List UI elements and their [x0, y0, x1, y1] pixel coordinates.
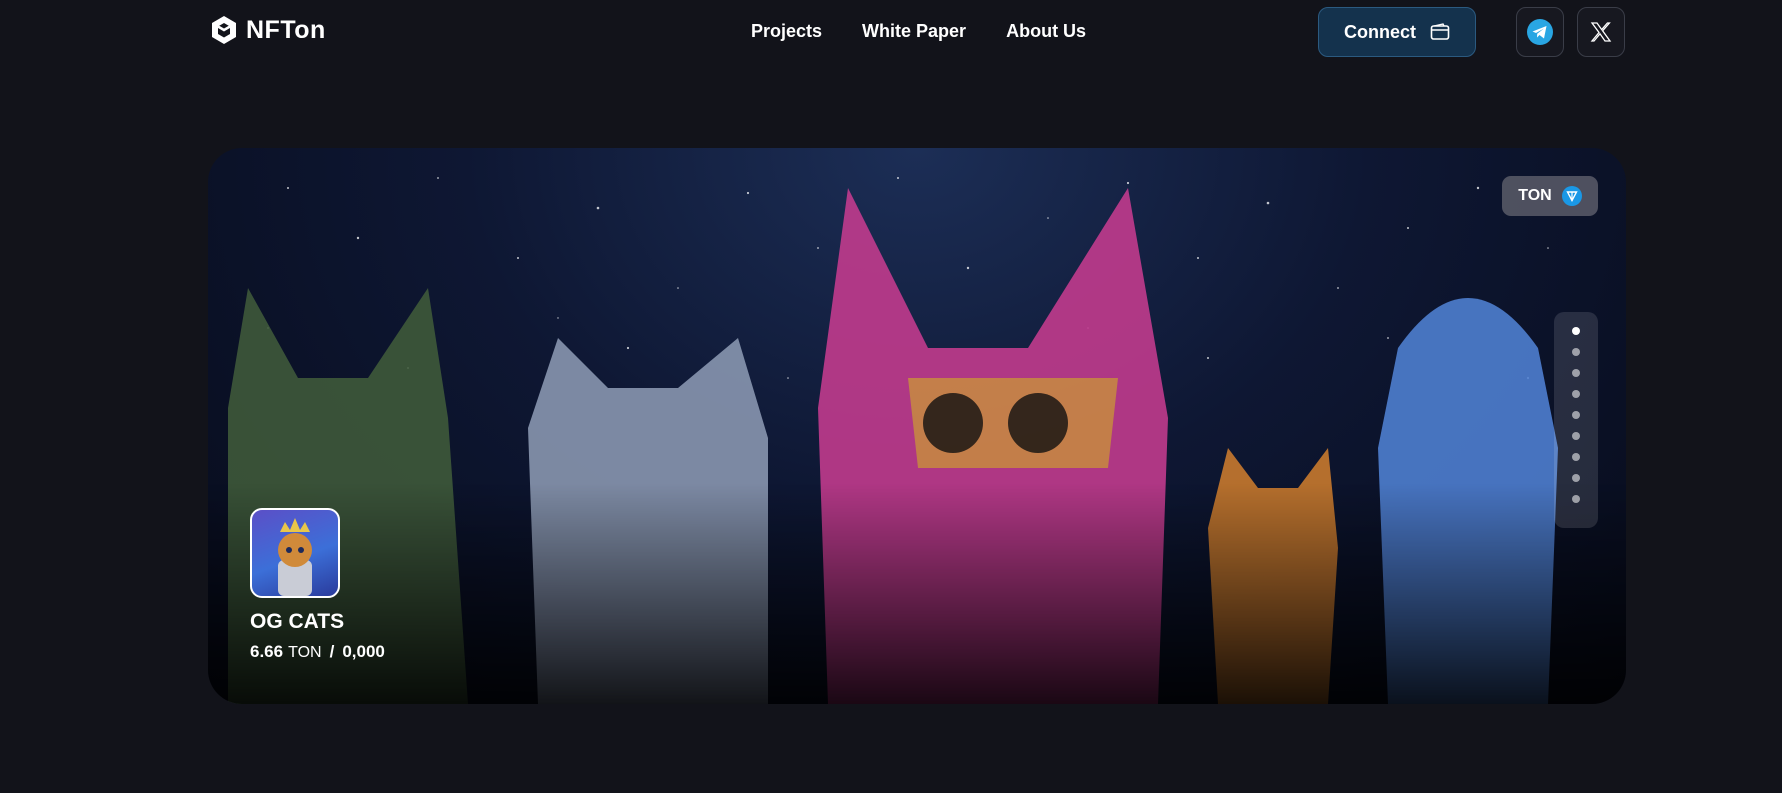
connect-button[interactable]: Connect [1318, 7, 1476, 57]
price-value: 6.66 [250, 642, 284, 661]
wallet-icon [1430, 23, 1450, 40]
slide-pager [1554, 312, 1598, 528]
ton-icon [1561, 186, 1582, 206]
nav-projects[interactable]: Projects [751, 21, 822, 42]
hero-banner[interactable]: TON OG CATS 6.66 TON / 0,000 [208, 148, 1626, 704]
pager-dot[interactable] [1572, 390, 1580, 398]
pager-dot[interactable] [1572, 432, 1580, 440]
logo[interactable]: NFTon [208, 14, 326, 46]
x-twitter-icon [1590, 22, 1612, 42]
main-nav: Projects White Paper About Us [751, 21, 1086, 42]
pager-dot[interactable] [1572, 474, 1580, 482]
pager-dot[interactable] [1572, 327, 1580, 335]
nav-white-paper[interactable]: White Paper [862, 21, 966, 42]
supply-value: 0,000 [342, 642, 385, 661]
collection-avatar[interactable] [250, 508, 340, 598]
hero-shade [208, 484, 1626, 704]
pager-dot[interactable] [1572, 453, 1580, 461]
nav-about-us[interactable]: About Us [1006, 21, 1086, 42]
pager-dot[interactable] [1572, 495, 1580, 503]
collection-info[interactable]: OG CATS 6.66 TON / 0,000 [250, 508, 385, 662]
price-separator: / [329, 642, 335, 661]
telegram-icon [1527, 19, 1553, 45]
pager-dot[interactable] [1572, 411, 1580, 419]
chain-badge[interactable]: TON [1502, 176, 1598, 216]
pager-dot[interactable] [1572, 348, 1580, 356]
telegram-button[interactable] [1516, 7, 1564, 57]
site-header: NFTon Projects White Paper About Us Conn… [0, 0, 1782, 64]
logo-icon [212, 16, 236, 44]
chain-label: TON [1518, 187, 1552, 204]
x-button[interactable] [1577, 7, 1625, 57]
collection-name: OG CATS [250, 610, 345, 633]
price-unit: TON [288, 644, 322, 661]
collection-price: 6.66 TON / 0,000 [250, 642, 385, 662]
pager-dot[interactable] [1572, 369, 1580, 377]
connect-label: Connect [1344, 21, 1416, 42]
logo-text: NFTon [246, 15, 326, 44]
